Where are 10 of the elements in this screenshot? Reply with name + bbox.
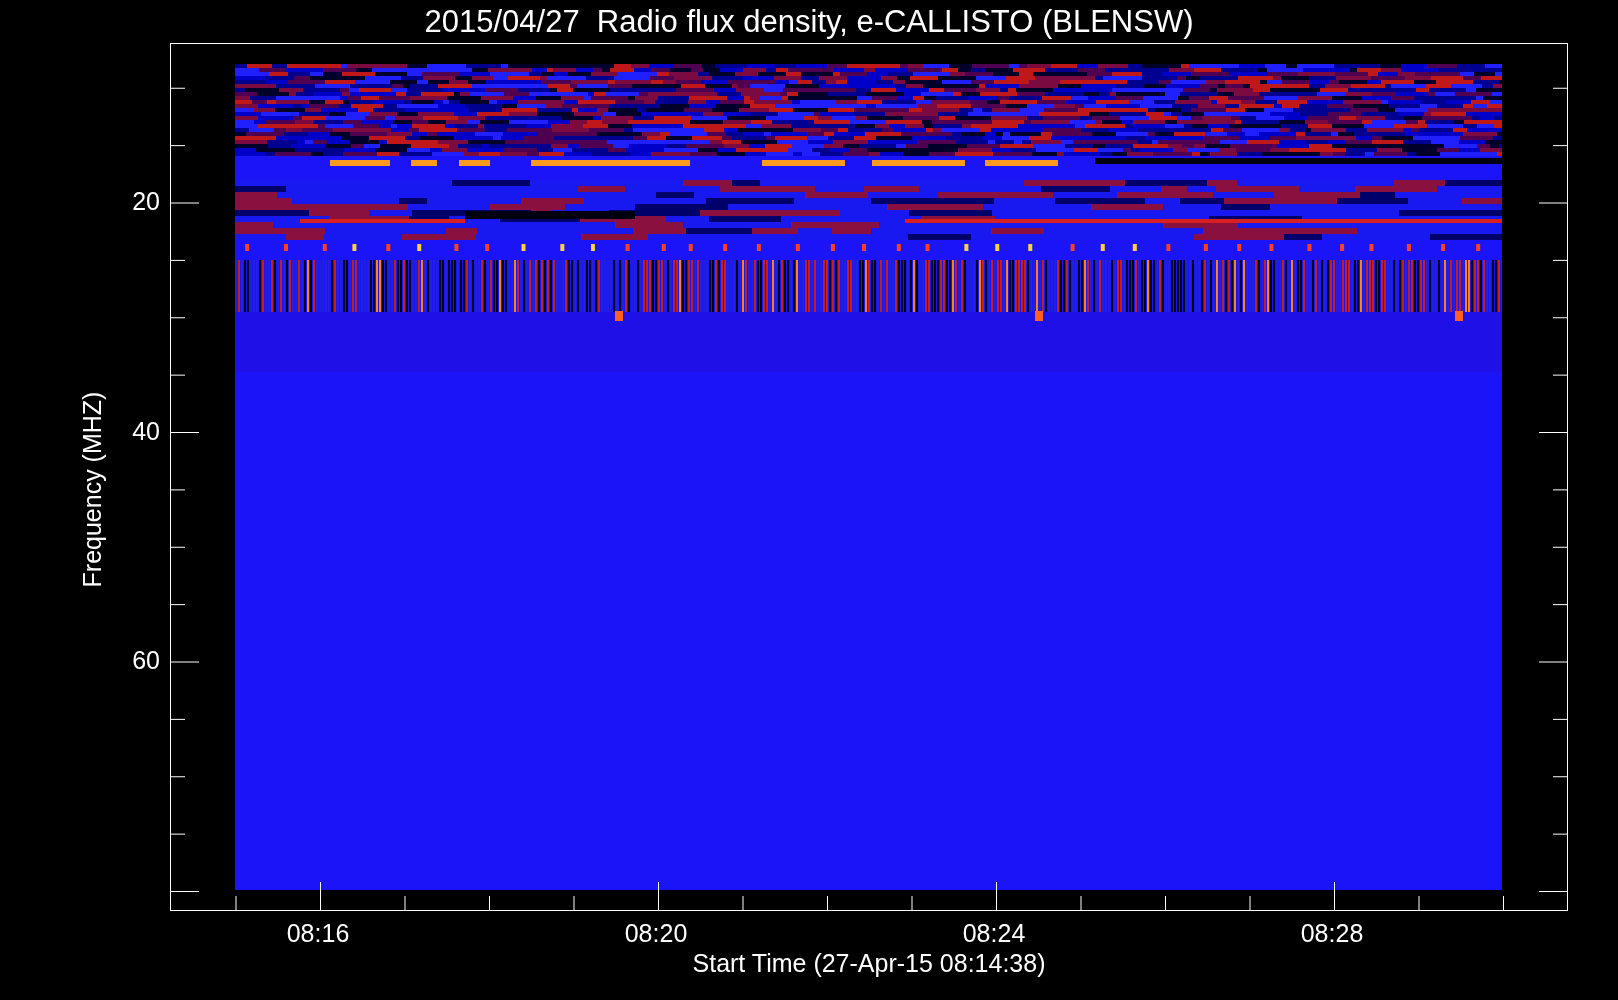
y-axis-label: Frequency (MHZ)	[79, 390, 105, 590]
chart-title: 2015/04/27 Radio flux density, e-CALLISTO (BLENSW)	[424, 6, 1194, 37]
x-tick-label: 08:24	[961, 921, 1027, 946]
x-tick-label: 08:20	[623, 921, 689, 946]
x-tick-label: 08:28	[1299, 921, 1365, 946]
y-tick-label: 60	[132, 648, 160, 673]
y-tick-label: 20	[132, 189, 160, 214]
x-axis-label: Start Time (27-Apr-15 08:14:38)	[692, 951, 1046, 976]
x-tick-label: 08:16	[285, 921, 351, 946]
y-tick-label: 40	[132, 418, 160, 444]
